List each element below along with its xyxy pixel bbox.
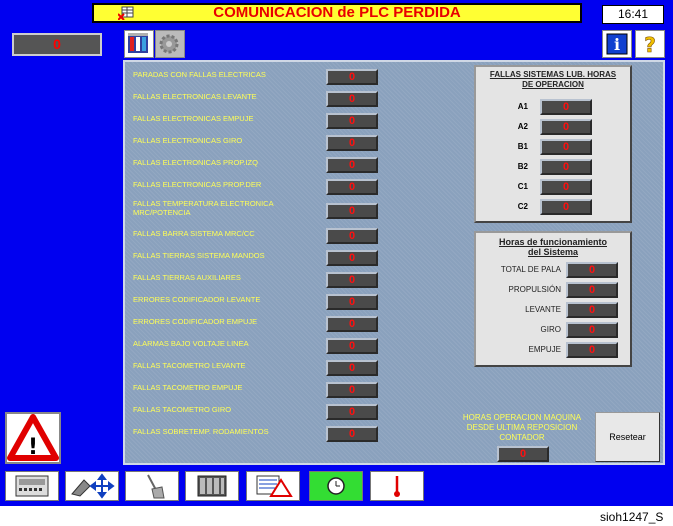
operating-hours-label: LEVANTE: [525, 305, 561, 314]
fault-label: FALLAS TACOMETRO EMPUJE: [133, 383, 243, 392]
plc-rack-button[interactable]: [124, 30, 154, 58]
operating-hours-value: 0: [566, 302, 618, 318]
page-title: COMUNICACION de PLC PERDIDA: [213, 4, 461, 21]
operating-hours-title: Horas de funcionamiento del Sistema: [498, 237, 607, 257]
lubrication-row-value: 0: [540, 139, 592, 155]
fault-label: PARADAS CON FALLAS ELECTRICAS: [133, 70, 266, 79]
hmi-screen: COMUNICACION de PLC PERDIDA 16:41 0 i ? …: [0, 0, 673, 506]
fault-label: FALLAS TIERRAS AUXILIARES: [133, 273, 241, 282]
fault-label: FALLAS ELECTRONICAS LEVANTE: [133, 92, 257, 101]
reset-button[interactable]: Resetear: [595, 412, 660, 462]
help-button[interactable]: ?: [635, 30, 665, 58]
fault-counter-value: 0: [326, 91, 378, 107]
fault-label: FALLAS TACOMETRO GIRO: [133, 405, 232, 414]
timer-button[interactable]: [309, 471, 363, 501]
motion-button[interactable]: [65, 471, 119, 501]
motion-arrows-icon: [71, 473, 115, 499]
fault-label: FALLAS ELECTRONICAS GIRO: [133, 136, 243, 145]
fault-counter-value: 0: [326, 294, 378, 310]
lubrication-row-label: B2: [517, 162, 528, 171]
title-banner: COMUNICACION de PLC PERDIDA: [92, 3, 582, 23]
machine-hours-label: HORAS OPERACION MAQUINA DESDE ULTIMA REP…: [462, 413, 582, 442]
fault-counter-value: 0: [326, 382, 378, 398]
plc-network-icon: [118, 6, 134, 20]
fault-counter-value: 0: [326, 179, 378, 195]
fault-counter-value: 0: [326, 360, 378, 376]
gear-icon: [159, 34, 179, 54]
fault-label: ALARMAS BAJO VOLTAJE LINEA: [133, 339, 249, 348]
lubrication-row-label: A2: [517, 122, 528, 131]
fault-counter-value: 0: [326, 404, 378, 420]
fault-counter-value: 0: [326, 272, 378, 288]
info-button[interactable]: i: [602, 30, 632, 58]
broom-icon: [147, 474, 165, 499]
fault-counter-value: 0: [326, 426, 378, 442]
alarm-list-button[interactable]: [246, 471, 300, 501]
screen-id: sioh1247_S: [600, 510, 664, 524]
control-panel-button[interactable]: [5, 471, 59, 501]
operating-hours-label: EMPUJE: [528, 345, 561, 354]
warning-button[interactable]: !: [5, 412, 61, 464]
fault-label: FALLAS SOBRETEMP. RODAMIENTOS: [133, 427, 269, 436]
fault-counter-value: 0: [326, 69, 378, 85]
fault-counter-value: 0: [326, 157, 378, 173]
machine-hours-value: 0: [497, 446, 549, 462]
svg-text:i: i: [614, 35, 620, 54]
settings-button[interactable]: [155, 30, 185, 58]
fault-counter-value: 0: [326, 338, 378, 354]
lubrication-row-label: B1: [517, 142, 528, 151]
alarm-list-icon: [256, 475, 293, 497]
fault-label: FALLAS TIERRAS SISTEMA MANDOS: [133, 251, 265, 260]
fault-counter-value: 0: [326, 135, 378, 151]
temperature-button[interactable]: [370, 471, 424, 501]
fault-counter-value: 0: [326, 316, 378, 332]
cabinet-icon: [197, 475, 227, 497]
operating-hours-label: TOTAL DE PALA: [500, 265, 561, 274]
lubrication-row-label: C1: [517, 182, 528, 191]
operating-hours-value: 0: [566, 262, 618, 278]
help-icon: ?: [644, 33, 656, 58]
cabinet-button[interactable]: [185, 471, 239, 501]
fault-counter-value: 0: [326, 203, 378, 219]
operating-hours-value: 0: [566, 322, 618, 338]
lubrication-row-label: A1: [517, 102, 528, 111]
info-icon: i: [606, 33, 628, 55]
lubrication-row-value: 0: [540, 119, 592, 135]
fault-label: FALLAS ELECTRONICAS EMPUJE: [133, 114, 254, 123]
lubrication-box-title: FALLAS SISTEMAS LUB. HORAS DE OPERACION: [489, 70, 617, 89]
warning-triangle-icon: !: [7, 414, 59, 461]
lubrication-row-label: C2: [517, 202, 528, 211]
fault-label: ERRORES CODIFICADOR EMPUJE: [133, 317, 258, 326]
fault-counter-value: 0: [326, 113, 378, 129]
lubrication-row-value: 0: [540, 99, 592, 115]
lubrication-row-value: 0: [540, 159, 592, 175]
plc-rack-icon: [128, 33, 148, 53]
clock-icon: [327, 477, 345, 495]
clock-display: 16:41: [602, 5, 664, 24]
operating-hours-value: 0: [566, 282, 618, 298]
operating-hours-label: PROPULSIÓN: [508, 285, 561, 294]
lubrication-row-value: 0: [540, 199, 592, 215]
thermometer-icon: [394, 476, 400, 497]
operating-hours-value: 0: [566, 342, 618, 358]
lubrication-row-value: 0: [540, 179, 592, 195]
alarm-counter: 0: [12, 33, 102, 56]
svg-text:?: ?: [644, 33, 656, 57]
fault-label: FALLAS BARRA SISTEMA MRC/CC: [133, 229, 255, 238]
control-panel-icon: [15, 475, 49, 497]
fault-label: FALLAS TACOMETRO LEVANTE: [133, 361, 246, 370]
fault-counter-value: 0: [326, 250, 378, 266]
operating-hours-label: GIRO: [540, 325, 561, 334]
fault-label: FALLAS ELECTRONICAS PROP.IZQ: [133, 158, 258, 167]
fault-counter-value: 0: [326, 228, 378, 244]
svg-text:!: !: [28, 435, 38, 460]
fault-label: FALLAS ELECTRONICAS PROP.DER: [133, 180, 262, 189]
fault-label: ERRORES CODIFICADOR LEVANTE: [133, 295, 261, 304]
cleaning-button[interactable]: [125, 471, 179, 501]
fault-label: FALLAS TEMPERATURA ELECTRONICA MRC/POTEN…: [133, 199, 274, 217]
